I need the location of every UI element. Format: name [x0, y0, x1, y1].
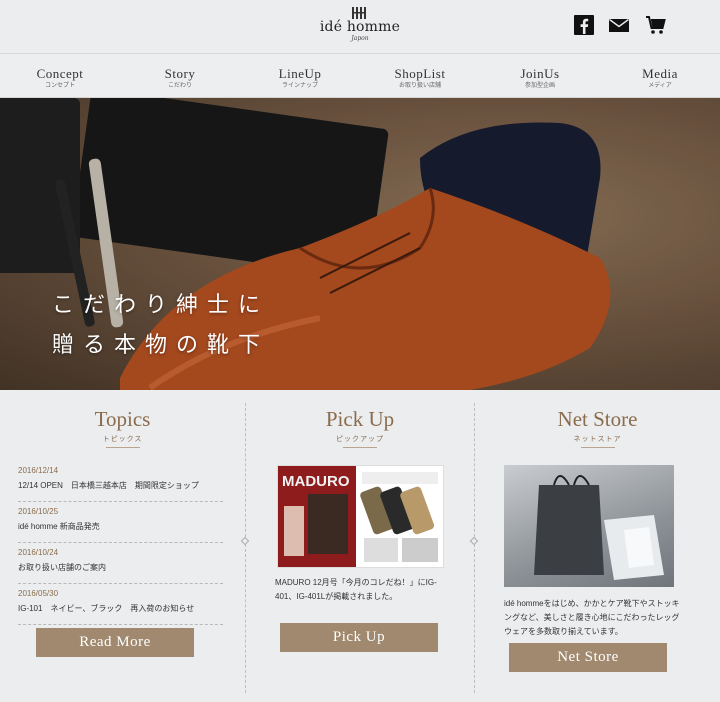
- hero-line-1: こだわり紳士に: [52, 293, 270, 318]
- news-list: 2016/12/14 12/14 OPEN 日本橋三越本店 期間限定ショップ 2…: [18, 461, 223, 625]
- logo-text: idé homme: [319, 19, 401, 35]
- facebook-icon[interactable]: [573, 14, 595, 36]
- hero-copy: こだわり紳士に 贈る本物の靴下: [52, 286, 269, 366]
- nav-item-lineup[interactable]: LineUp ラインナップ: [240, 55, 360, 97]
- mail-icon[interactable]: [608, 14, 630, 36]
- feature-columns: Topics トピックス 2016/12/14 12/14 OPEN 日本橋三越…: [0, 391, 720, 702]
- news-item[interactable]: 2016/05/30 IG-101 ネイビー、ブラック 再入荷のお知らせ: [18, 584, 223, 625]
- net-store-button[interactable]: Net Store: [509, 643, 667, 672]
- nav-sublabel: こだわり: [167, 83, 192, 89]
- news-item[interactable]: 2016/12/14 12/14 OPEN 日本橋三越本店 期間限定ショップ: [18, 461, 223, 502]
- nav-sublabel: メディア: [648, 83, 672, 89]
- pickup-button[interactable]: Pick Up: [280, 623, 438, 652]
- topics-section: Topics トピックス 2016/12/14 12/14 OPEN 日本橋三越…: [0, 391, 245, 702]
- news-item[interactable]: 2016/10/24 お取り扱い店舗のご案内: [18, 543, 223, 584]
- topics-title: Topics: [94, 407, 151, 431]
- hero-line-2: 贈る本物の靴下: [52, 333, 270, 358]
- hero-banner: こだわり紳士に 贈る本物の靴下: [0, 98, 720, 390]
- main-nav: Concept コンセプト Story こだわり LineUp ラインナップ S…: [0, 55, 720, 98]
- site-header: idé homme Japon: [0, 0, 720, 54]
- news-date: 2016/10/24: [18, 548, 59, 557]
- netstore-text: idé hommeをはじめ、かかとケア靴下やストッキングなど、美しさと履き心地に…: [504, 599, 680, 636]
- news-date: 2016/10/25: [18, 507, 59, 516]
- logo-mark-icon: [352, 7, 366, 19]
- news-text: お取り扱い店舗のご案内: [18, 563, 106, 572]
- nav-item-joinus[interactable]: JoinUs 参加型企画: [480, 55, 600, 97]
- pickup-text: MADURO 12月号「今月のコレだね！」にIG-401、IG-401Lが掲載さ…: [275, 578, 437, 601]
- news-date: 2016/05/30: [18, 589, 59, 598]
- nav-label: JoinUs: [520, 66, 560, 81]
- shopping-bag-illustration: [534, 475, 664, 580]
- pickup-subtitle: ピックアップ: [336, 436, 384, 443]
- nav-sublabel: お取り扱い店舗: [398, 83, 441, 89]
- news-text: 12/14 OPEN 日本橋三越本店 期間限定ショップ: [18, 481, 199, 490]
- cart-icon[interactable]: [645, 14, 667, 36]
- title-rule: [105, 447, 140, 448]
- nav-label: LineUp: [278, 66, 322, 81]
- logo-subtext: Japon: [351, 35, 369, 42]
- pickup-title: Pick Up: [325, 407, 395, 431]
- read-more-button[interactable]: Read More: [36, 628, 194, 657]
- nav-item-shoplist[interactable]: ShopList お取り扱い店舗: [360, 55, 480, 97]
- topics-subtitle: トピックス: [102, 436, 143, 443]
- news-item[interactable]: 2016/10/25 idé homme 新商品発売: [18, 502, 223, 543]
- pickup-section: Pick Up ピックアップ MADURO MADURO 12月号「今月のコレだ…: [246, 391, 474, 702]
- news-text: idé homme 新商品発売: [18, 522, 100, 531]
- nav-item-media[interactable]: Media メディア: [600, 55, 720, 97]
- netstore-title: Net Store: [557, 407, 638, 431]
- magazine-title: MADURO: [282, 473, 350, 490]
- nav-sublabel: コンセプト: [44, 83, 75, 89]
- magazine-spread-illustration: MADURO: [278, 466, 438, 567]
- netstore-image[interactable]: [504, 465, 674, 587]
- nav-label: Media: [642, 66, 678, 81]
- site-logo[interactable]: idé homme Japon: [318, 6, 402, 46]
- nav-label: Story: [164, 66, 196, 81]
- nav-label: Concept: [36, 66, 84, 81]
- nav-label: ShopList: [394, 66, 446, 81]
- netstore-subtitle: ネットストア: [573, 436, 622, 443]
- news-date: 2016/12/14: [18, 466, 59, 475]
- news-text: IG-101 ネイビー、ブラック 再入荷のお知らせ: [18, 604, 195, 613]
- title-rule: [343, 447, 377, 448]
- nav-item-concept[interactable]: Concept コンセプト: [0, 55, 120, 97]
- nav-item-story[interactable]: Story こだわり: [120, 55, 240, 97]
- nav-sublabel: 参加型企画: [524, 83, 555, 89]
- nav-sublabel: ラインナップ: [281, 83, 318, 89]
- netstore-section: Net Store ネットストア idé hommeをはじめ、かかとケア靴下やス…: [475, 391, 720, 702]
- magazine-image[interactable]: MADURO: [277, 465, 444, 568]
- title-rule: [580, 447, 615, 448]
